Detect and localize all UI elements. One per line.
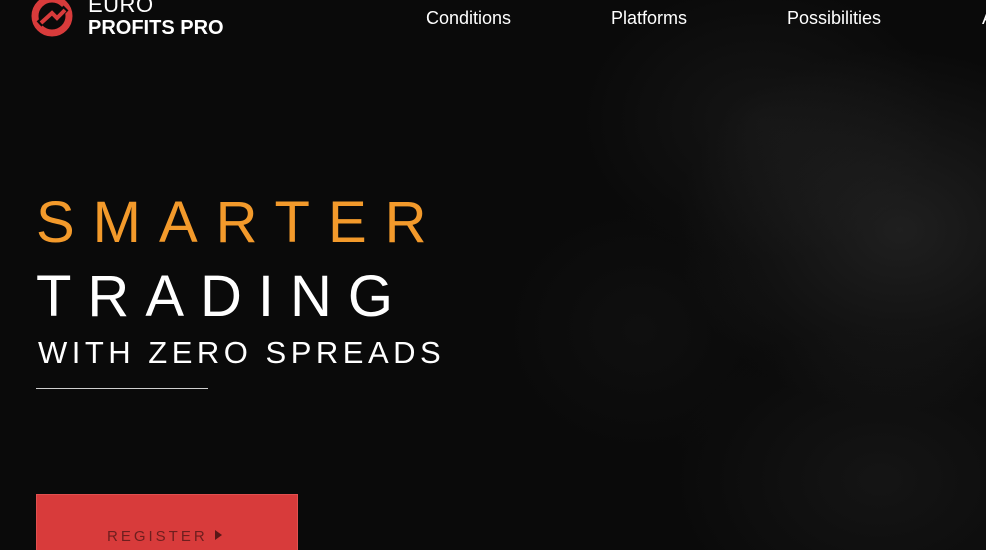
brand-logo[interactable]: EURO PROFITS PRO: [30, 0, 224, 38]
hero-heading-line1: SMARTER: [36, 190, 445, 255]
euro-profits-logo-icon: [31, 0, 73, 37]
play-arrow-icon: [215, 530, 222, 540]
brand-name-line2: PROFITS PRO: [88, 17, 224, 39]
register-button-label: REGISTER: [107, 528, 208, 545]
nav-item-platforms[interactable]: Platforms: [611, 8, 687, 29]
brand-name-line1: EURO: [88, 0, 154, 17]
register-button[interactable]: REGISTER: [36, 494, 298, 550]
nav-item-truncated[interactable]: A: [982, 8, 986, 29]
hero-subheading: WITH ZERO SPREADS: [38, 335, 446, 370]
nav-item-conditions[interactable]: Conditions: [426, 8, 511, 29]
landing-page: EURO PROFITS PRO Conditions Platforms Po…: [0, 0, 986, 550]
brand-name: EURO PROFITS PRO: [88, 0, 224, 38]
hero-divider: [36, 388, 208, 389]
hero-heading-line2: TRADING: [36, 264, 409, 329]
nav-item-possibilities[interactable]: Possibilities: [787, 8, 881, 29]
